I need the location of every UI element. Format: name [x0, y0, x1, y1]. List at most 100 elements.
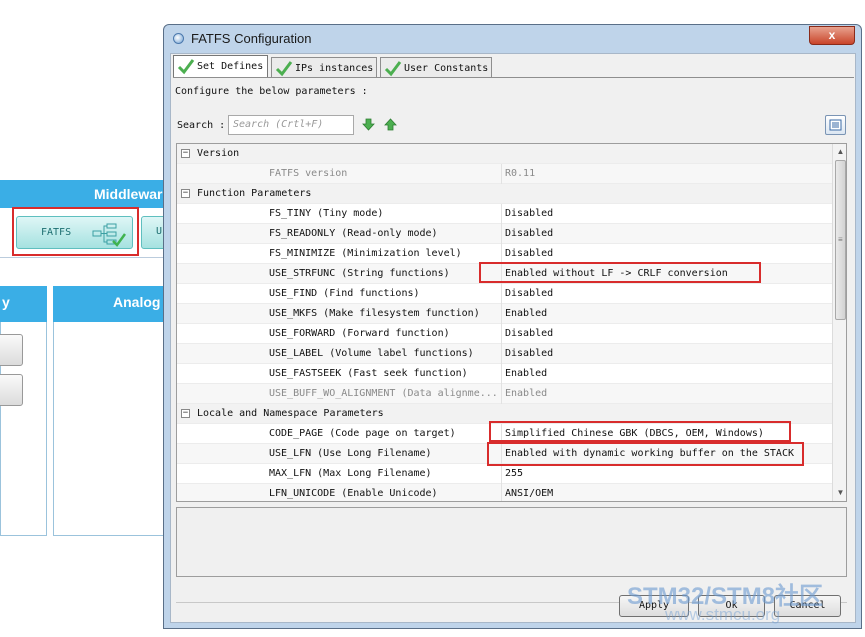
param-value: ANSI/OEM [505, 488, 554, 499]
param-value: R0.11 [505, 168, 536, 179]
search-placeholder: Search (Crtl+F) [233, 119, 324, 130]
param-name: FS_TINY (Tiny mode) [269, 208, 384, 219]
param-row-use-buff-wo-alignment[interactable]: USE_BUFF_WO_ALIGNMENT (Data alignme... E… [177, 384, 832, 404]
column-divider [501, 484, 502, 501]
side-button-2[interactable] [0, 374, 23, 406]
param-name: CODE_PAGE (Code page on target) [269, 428, 456, 439]
param-row-use-mkfs[interactable]: USE_MKFS (Make filesystem function) Enab… [177, 304, 832, 324]
category-label: Function Parameters [197, 188, 312, 199]
param-name: USE_STRFUNC (String functions) [269, 268, 450, 279]
dialog-title: FATFS Configuration [191, 31, 312, 46]
category-row-function-parameters[interactable]: − Function Parameters [177, 184, 832, 204]
tab-divider [173, 77, 854, 78]
tab-label: Set Defines [197, 61, 264, 72]
param-value: Disabled [505, 228, 554, 239]
scroll-down-icon[interactable]: ▼ [835, 487, 846, 498]
tab-user-constants[interactable]: User Constants [380, 57, 492, 78]
param-row-use-forward[interactable]: USE_FORWARD (Forward function) Disabled [177, 324, 832, 344]
collapse-icon[interactable]: − [181, 409, 190, 418]
param-value: Enabled [505, 308, 548, 319]
param-name: FS_MINIMIZE (Minimization level) [269, 248, 462, 259]
scroll-grip-icon: ≡ [838, 235, 843, 244]
scroll-thumb[interactable]: ≡ [835, 160, 846, 320]
column-divider [501, 344, 502, 364]
analog-body [53, 322, 168, 536]
scroll-up-icon[interactable]: ▲ [835, 146, 846, 157]
list-icon [829, 119, 842, 131]
collapse-icon[interactable]: − [181, 189, 190, 198]
column-divider [501, 304, 502, 324]
param-name: LFN_UNICODE (Enable Unicode) [269, 488, 438, 499]
section-body-left [0, 322, 47, 536]
param-value: Disabled [505, 248, 554, 259]
column-divider [501, 324, 502, 344]
middleware-header-label: Middlewar [94, 186, 163, 202]
column-divider [501, 224, 502, 244]
param-row-fs-tiny[interactable]: FS_TINY (Tiny mode) Disabled [177, 204, 832, 224]
param-value: Disabled [505, 288, 554, 299]
param-row-fs-readonly[interactable]: FS_READONLY (Read-only mode) Disabled [177, 224, 832, 244]
category-label: Version [197, 148, 240, 159]
param-name: USE_LABEL (Volume label functions) [269, 348, 474, 359]
highlight-use-lfn [487, 442, 804, 466]
arrow-down-icon[interactable] [362, 118, 375, 131]
param-name: FS_READONLY (Read-only mode) [269, 228, 438, 239]
param-value: Enabled [505, 368, 548, 379]
param-value: Disabled [505, 328, 554, 339]
param-value: Disabled [505, 208, 554, 219]
param-row-use-label[interactable]: USE_LABEL (Volume label functions) Disab… [177, 344, 832, 364]
collapse-icon[interactable]: − [181, 149, 190, 158]
usb-button-label: U [156, 226, 163, 237]
column-divider [501, 244, 502, 264]
param-name: USE_FASTSEEK (Fast seek function) [269, 368, 468, 379]
param-value: Enabled [505, 388, 548, 399]
close-icon: x [828, 28, 836, 42]
tab-label: IPs instances [295, 63, 374, 74]
title-bar[interactable]: FATFS Configuration x [164, 25, 861, 52]
category-label: Locale and Namespace Parameters [197, 408, 384, 419]
fatfs-configuration-dialog: FATFS Configuration x Set Defines IPs in… [163, 24, 862, 629]
column-divider [501, 384, 502, 404]
tab-ips-instances[interactable]: IPs instances [271, 57, 377, 78]
category-row-version[interactable]: − Version [177, 144, 832, 164]
param-name: FATFS version [269, 168, 348, 179]
param-name: USE_MKFS (Make filesystem function) [269, 308, 480, 319]
list-view-button[interactable] [825, 115, 846, 135]
param-name: USE_BUFF_WO_ALIGNMENT (Data alignme... [269, 388, 498, 399]
analog-header: Analog [53, 286, 168, 322]
param-name: MAX_LFN (Max Long Filename) [269, 468, 432, 479]
watermark-url: www.stmcu.org [665, 605, 781, 624]
param-row-use-fastseek[interactable]: USE_FASTSEEK (Fast seek function) Enable… [177, 364, 832, 384]
middleware-header: Middlewar [0, 180, 168, 208]
check-icon [384, 61, 402, 77]
param-row-fs-minimize[interactable]: FS_MINIMIZE (Minimization level) Disable… [177, 244, 832, 264]
param-row-max-lfn[interactable]: MAX_LFN (Max Long Filename) 255 [177, 464, 832, 484]
param-value: 255 [505, 468, 524, 479]
column-divider [501, 164, 502, 184]
highlight-code-page [489, 421, 791, 442]
dialog-client-area: Set Defines IPs instances User Constants… [170, 53, 856, 623]
param-row-fatfs-version[interactable]: FATFS version R0.11 [177, 164, 832, 184]
param-row-lfn-unicode[interactable]: LFN_UNICODE (Enable Unicode) ANSI/OEM [177, 484, 832, 501]
search-input[interactable]: Search (Crtl+F) [228, 115, 354, 135]
side-button-1[interactable] [0, 334, 23, 366]
grid-scrollbar[interactable]: ▲ ≡ ▼ [832, 144, 846, 501]
param-row-use-find[interactable]: USE_FIND (Find functions) Disabled [177, 284, 832, 304]
tab-set-defines[interactable]: Set Defines [173, 55, 268, 78]
section-header-left-label: y [2, 294, 10, 310]
analog-header-label: Analog [113, 294, 161, 310]
column-divider [501, 284, 502, 304]
column-divider [501, 364, 502, 384]
param-name: USE_LFN (Use Long Filename) [269, 448, 432, 459]
arrow-up-icon[interactable] [384, 118, 397, 131]
param-value: Disabled [505, 348, 554, 359]
check-icon [275, 61, 293, 77]
description-panel [176, 507, 847, 577]
instruction-text: Configure the below parameters : [175, 86, 368, 97]
column-divider [501, 204, 502, 224]
app-icon [173, 33, 184, 44]
check-icon [177, 59, 195, 75]
param-name: USE_FIND (Find functions) [269, 288, 420, 299]
close-button[interactable]: x [809, 26, 855, 45]
section-header-left: y [0, 286, 47, 322]
